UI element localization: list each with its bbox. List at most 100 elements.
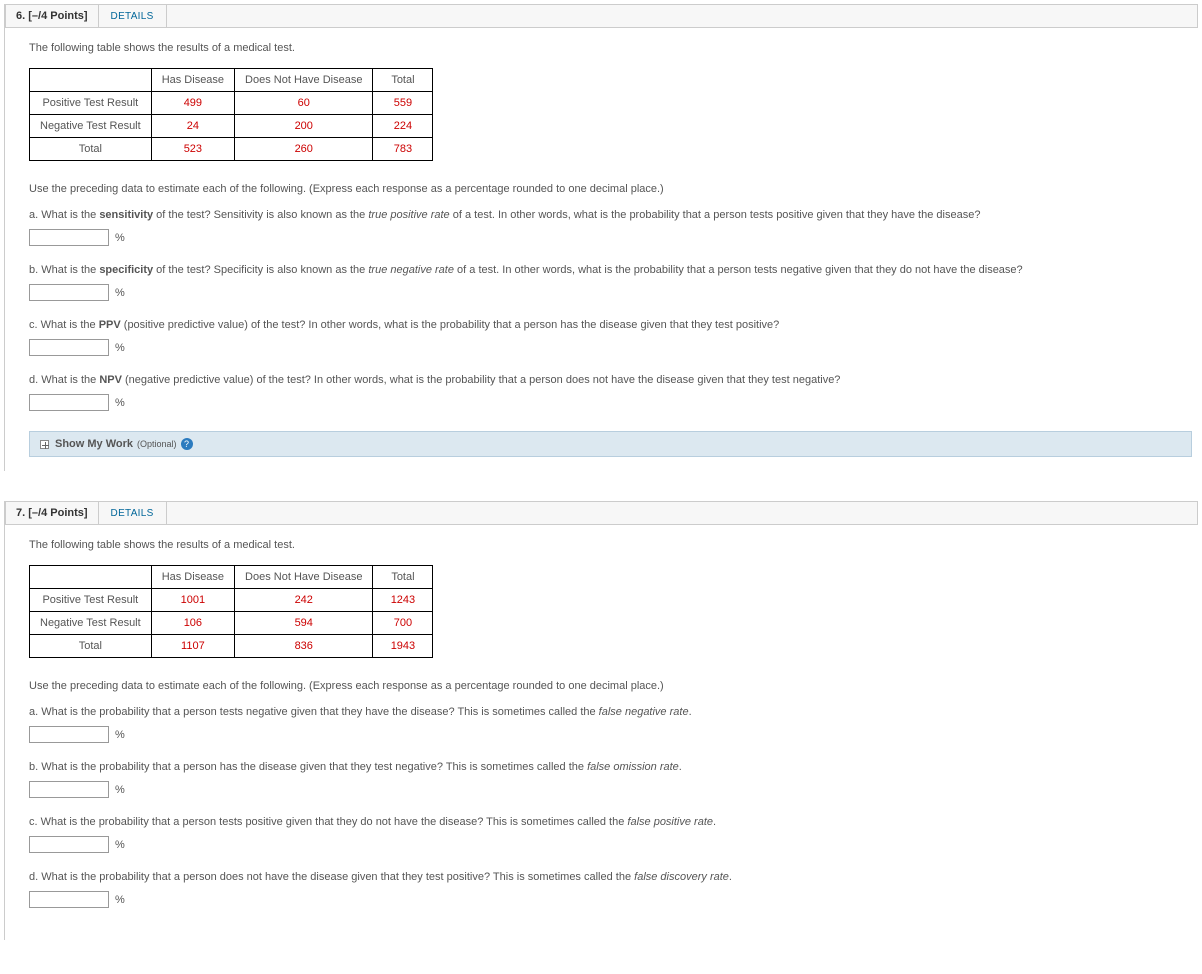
- table-row: Positive Test Result 499 60 559: [30, 92, 433, 115]
- answer-input-c[interactable]: [29, 339, 109, 356]
- expand-icon: [40, 440, 49, 449]
- answer-input-d[interactable]: [29, 394, 109, 411]
- question-header: 6. [–/4 Points] DETAILS: [5, 4, 1198, 28]
- table-row: Negative Test Result 24 200 224: [30, 115, 433, 138]
- unit-label: %: [115, 287, 125, 299]
- points-label: [–/4 Points]: [28, 10, 87, 22]
- data-table: Has Disease Does Not Have Disease Total …: [29, 68, 433, 161]
- part-d: d. What is the probability that a person…: [29, 871, 1198, 883]
- table-header-row: Has Disease Does Not Have Disease Total: [30, 69, 433, 92]
- unit-label: %: [115, 839, 125, 851]
- details-button[interactable]: DETAILS: [99, 5, 167, 27]
- table-header: Has Disease: [151, 566, 234, 589]
- help-icon[interactable]: ?: [181, 438, 193, 450]
- show-work-optional: (Optional): [137, 439, 177, 449]
- table-header: Does Not Have Disease: [235, 69, 373, 92]
- show-work-label: Show My Work: [55, 438, 133, 450]
- part-term: false negative rate: [599, 706, 689, 718]
- part-text: .: [713, 816, 716, 828]
- table-header-row: Has Disease Does Not Have Disease Total: [30, 566, 433, 589]
- show-my-work-toggle[interactable]: Show My Work (Optional) ?: [29, 431, 1192, 457]
- row-label: Positive Test Result: [30, 92, 152, 115]
- table-header: Total: [373, 566, 433, 589]
- cell: 594: [235, 612, 373, 635]
- question-6: 6. [–/4 Points] DETAILS The following ta…: [4, 4, 1198, 471]
- unit-label: %: [115, 232, 125, 244]
- question-number: 7.: [16, 507, 25, 519]
- cell: 523: [151, 138, 234, 161]
- part-text: (negative predictive value) of the test?…: [122, 374, 841, 386]
- unit-label: %: [115, 397, 125, 409]
- question-number: 6.: [16, 10, 25, 22]
- part-term: false positive rate: [627, 816, 713, 828]
- table-header: [30, 69, 152, 92]
- row-label: Total: [30, 138, 152, 161]
- question-points: 6. [–/4 Points]: [6, 5, 99, 27]
- answer-b: %: [29, 781, 1198, 798]
- part-d: d. What is the NPV (negative predictive …: [29, 374, 1198, 386]
- cell: 1943: [373, 635, 433, 658]
- part-text: d. What is the: [29, 374, 99, 386]
- row-label: Negative Test Result: [30, 115, 152, 138]
- table-row: Negative Test Result 106 594 700: [30, 612, 433, 635]
- answer-b: %: [29, 284, 1198, 301]
- cell: 260: [235, 138, 373, 161]
- row-label: Positive Test Result: [30, 589, 152, 612]
- answer-d: %: [29, 394, 1198, 411]
- table-row: Total 523 260 783: [30, 138, 433, 161]
- table-header: Does Not Have Disease: [235, 566, 373, 589]
- part-term: false discovery rate: [634, 871, 729, 883]
- cell: 783: [373, 138, 433, 161]
- answer-input-b[interactable]: [29, 781, 109, 798]
- question-content: The following table shows the results of…: [5, 28, 1198, 471]
- table-header: Total: [373, 69, 433, 92]
- unit-label: %: [115, 894, 125, 906]
- unit-label: %: [115, 784, 125, 796]
- cell: 60: [235, 92, 373, 115]
- unit-label: %: [115, 729, 125, 741]
- instruction-text: Use the preceding data to estimate each …: [29, 183, 1198, 195]
- part-b: b. What is the probability that a person…: [29, 761, 1198, 773]
- question-content: The following table shows the results of…: [5, 525, 1198, 940]
- part-text: of the test? Sensitivity is also known a…: [153, 209, 368, 221]
- part-bold: PPV: [99, 319, 121, 331]
- answer-input-d[interactable]: [29, 891, 109, 908]
- part-text: .: [729, 871, 732, 883]
- part-b: b. What is the specificity of the test? …: [29, 264, 1198, 276]
- part-text: a. What is the: [29, 209, 99, 221]
- part-text: b. What is the: [29, 264, 99, 276]
- part-bold: specificity: [99, 264, 153, 276]
- part-text: .: [689, 706, 692, 718]
- answer-input-b[interactable]: [29, 284, 109, 301]
- table-row: Positive Test Result 1001 242 1243: [30, 589, 433, 612]
- part-text: a. What is the probability that a person…: [29, 706, 599, 718]
- answer-a: %: [29, 229, 1198, 246]
- part-text: c. What is the: [29, 319, 99, 331]
- part-text: of a test. In other words, what is the p…: [450, 209, 981, 221]
- part-term: false omission rate: [587, 761, 679, 773]
- answer-c: %: [29, 339, 1198, 356]
- cell: 200: [235, 115, 373, 138]
- cell: 836: [235, 635, 373, 658]
- row-label: Negative Test Result: [30, 612, 152, 635]
- part-bold: sensitivity: [99, 209, 153, 221]
- data-table: Has Disease Does Not Have Disease Total …: [29, 565, 433, 658]
- intro-text: The following table shows the results of…: [29, 42, 1198, 54]
- table-header: [30, 566, 152, 589]
- part-text: of a test. In other words, what is the p…: [454, 264, 1023, 276]
- cell: 1107: [151, 635, 234, 658]
- answer-input-a[interactable]: [29, 726, 109, 743]
- answer-a: %: [29, 726, 1198, 743]
- part-text: b. What is the probability that a person…: [29, 761, 587, 773]
- cell: 559: [373, 92, 433, 115]
- answer-c: %: [29, 836, 1198, 853]
- cell: 1001: [151, 589, 234, 612]
- unit-label: %: [115, 342, 125, 354]
- part-text: of the test? Specificity is also known a…: [153, 264, 368, 276]
- part-term: true positive rate: [368, 209, 449, 221]
- answer-input-a[interactable]: [29, 229, 109, 246]
- question-header: 7. [–/4 Points] DETAILS: [5, 501, 1198, 525]
- answer-input-c[interactable]: [29, 836, 109, 853]
- cell: 24: [151, 115, 234, 138]
- details-button[interactable]: DETAILS: [99, 502, 167, 524]
